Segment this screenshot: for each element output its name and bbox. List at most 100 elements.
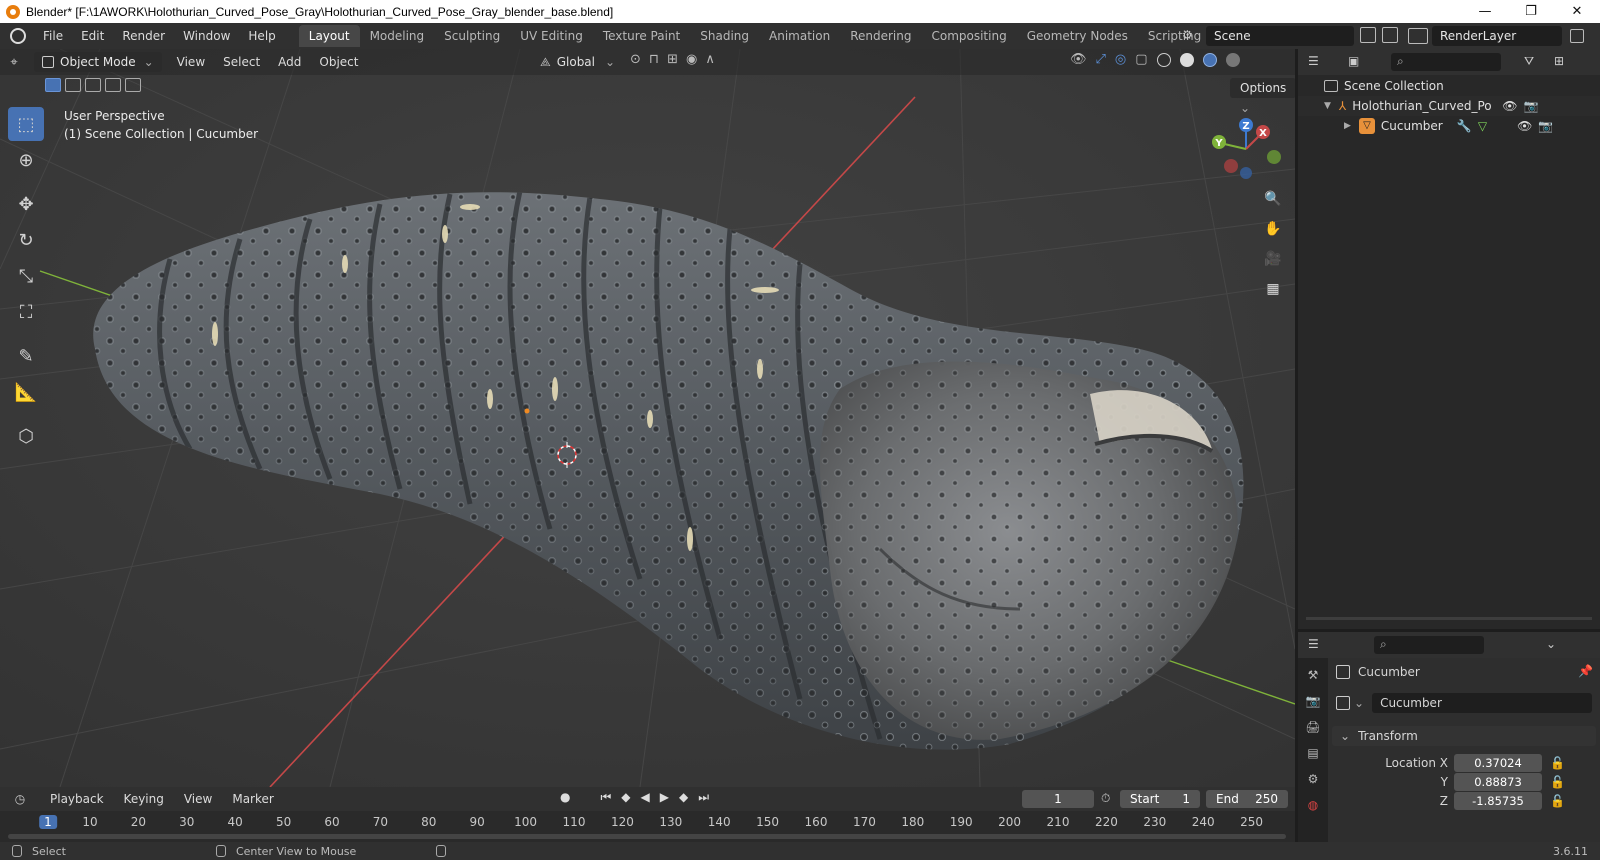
- cursor-tool-icon[interactable]: ⊕: [8, 143, 44, 177]
- lock-z-icon[interactable]: 🔓: [1550, 794, 1565, 808]
- prev-keyframe-icon[interactable]: ◆: [621, 790, 630, 805]
- world-tab-icon[interactable]: ◍: [1305, 798, 1321, 814]
- jump-start-icon[interactable]: ⏮: [600, 790, 611, 805]
- menu-edit[interactable]: Edit: [72, 23, 113, 49]
- chevron-down-icon[interactable]: ⌄: [1354, 696, 1364, 710]
- select-new-icon[interactable]: [45, 78, 61, 92]
- menu-add[interactable]: Add: [269, 55, 310, 69]
- pan-hand-icon[interactable]: ✋: [1260, 219, 1286, 239]
- tab-texture-paint[interactable]: Texture Paint: [593, 25, 690, 47]
- tab-modeling[interactable]: Modeling: [360, 25, 435, 47]
- outliner-row-cucumber[interactable]: ▶ ▽ Cucumber 🔧 ▽ 👁 📷: [1298, 116, 1600, 136]
- transform-panel-header[interactable]: ⌄ Transform: [1332, 726, 1596, 746]
- rendered-shading-icon[interactable]: [1225, 52, 1240, 67]
- maximize-button[interactable]: ❐: [1508, 0, 1554, 23]
- new-collection-icon[interactable]: ⊞: [1554, 54, 1564, 68]
- transform-tool-icon[interactable]: ⛶: [8, 295, 44, 329]
- lock-x-icon[interactable]: 🔓: [1550, 756, 1565, 770]
- scene-selector-icon[interactable]: ⚙: [1182, 28, 1202, 44]
- tab-shading[interactable]: Shading: [690, 25, 759, 47]
- jump-end-icon[interactable]: ⏭: [698, 790, 709, 805]
- properties-search-input[interactable]: ⌕: [1374, 636, 1484, 654]
- next-keyframe-icon[interactable]: ◆: [679, 790, 688, 805]
- location-y-field[interactable]: 0.88873: [1454, 773, 1542, 791]
- falloff-icon[interactable]: ∧: [705, 52, 715, 67]
- eye-icon[interactable]: 👁: [1517, 119, 1532, 133]
- select-invert-icon[interactable]: [105, 78, 121, 92]
- tool-tab-icon[interactable]: ⚒: [1305, 668, 1321, 684]
- new-scene-icon[interactable]: [1360, 27, 1376, 43]
- menu-keying[interactable]: Keying: [114, 792, 174, 806]
- xray-icon[interactable]: ▢: [1135, 52, 1147, 67]
- timeline-editor-icon[interactable]: ◷: [0, 792, 40, 806]
- annotate-tool-icon[interactable]: ✎: [8, 339, 44, 373]
- current-frame-field[interactable]: 1: [1022, 790, 1094, 808]
- tab-compositing[interactable]: Compositing: [921, 25, 1016, 47]
- gizmo-icon[interactable]: ⤢: [1096, 52, 1106, 67]
- select-extend-icon[interactable]: [65, 78, 81, 92]
- current-frame-marker[interactable]: 1: [39, 815, 57, 829]
- outliner-search-input[interactable]: ⌕: [1391, 53, 1501, 71]
- expand-arrow-icon[interactable]: ▼: [1324, 101, 1331, 111]
- camera-icon[interactable]: 📷: [1524, 99, 1539, 113]
- material-shading-icon[interactable]: [1202, 52, 1217, 67]
- view-layer-tab-icon[interactable]: ▤: [1305, 746, 1321, 762]
- menu-render[interactable]: Render: [113, 23, 174, 49]
- editor-type-icon[interactable]: ⌖: [0, 52, 28, 72]
- display-mode-icon[interactable]: ▣: [1348, 54, 1359, 68]
- tab-uv-editing[interactable]: UV Editing: [510, 25, 593, 47]
- snap-icon[interactable]: ⊓: [649, 52, 659, 67]
- scene-name-field[interactable]: Scene: [1206, 26, 1354, 46]
- output-tab-icon[interactable]: 🖨: [1305, 720, 1321, 736]
- object-data-icon[interactable]: [1336, 696, 1350, 710]
- scale-tool-icon[interactable]: ⤡: [8, 259, 44, 293]
- menu-view[interactable]: View: [168, 55, 214, 69]
- new-view-layer-icon[interactable]: [1570, 29, 1584, 43]
- zoom-icon[interactable]: 🔍: [1260, 189, 1286, 209]
- select-box-icon[interactable]: ⬚: [8, 107, 44, 141]
- play-icon[interactable]: ▶: [660, 790, 669, 805]
- minimize-button[interactable]: —: [1462, 0, 1508, 23]
- menu-select[interactable]: Select: [214, 55, 269, 69]
- overlays-icon[interactable]: ◎: [1115, 52, 1126, 67]
- properties-panel[interactable]: ☰ ⌕ ⌄ ⚒ 📷 🖨 ▤ ⚙ ◍ Cucumber 📌 ⌄ Cucumber …: [1298, 632, 1600, 842]
- tab-sculpting[interactable]: Sculpting: [434, 25, 510, 47]
- modifier-wrench-icon[interactable]: 🔧: [1457, 119, 1472, 133]
- delete-scene-icon[interactable]: [1382, 27, 1398, 43]
- solid-shading-icon[interactable]: [1179, 52, 1194, 67]
- location-z-field[interactable]: -1.85735: [1454, 792, 1542, 810]
- view-layer-field[interactable]: RenderLayer: [1432, 26, 1562, 46]
- collapse-arrow-icon[interactable]: ▶: [1344, 121, 1351, 131]
- 3d-viewport[interactable]: ⌖ Object Mode ⌄ View Select Add Object ⟁…: [0, 49, 1295, 787]
- render-tab-icon[interactable]: 📷: [1305, 694, 1321, 710]
- rotate-tool-icon[interactable]: ↻: [8, 223, 44, 257]
- outliner-row-scene-collection[interactable]: Scene Collection: [1298, 76, 1600, 96]
- mesh-data-icon[interactable]: ▽: [1478, 119, 1487, 133]
- outliner-panel[interactable]: ☰ ▣ ⌕ ⛛ ⊞ Scene Collection ▼ ⅄ Holothuri…: [1298, 49, 1600, 629]
- chevron-down-icon[interactable]: ⌄: [1546, 637, 1556, 651]
- menu-playback[interactable]: Playback: [40, 792, 114, 806]
- location-x-field[interactable]: 0.37024: [1454, 754, 1542, 772]
- mode-selector[interactable]: Object Mode ⌄: [34, 52, 162, 72]
- start-frame-field[interactable]: Start 1: [1120, 790, 1200, 808]
- menu-window[interactable]: Window: [174, 23, 239, 49]
- object-name-field[interactable]: Cucumber: [1372, 693, 1592, 713]
- close-button[interactable]: ✕: [1554, 0, 1600, 23]
- camera-view-icon[interactable]: 🎥: [1260, 249, 1286, 269]
- menu-file[interactable]: File: [34, 23, 72, 49]
- play-reverse-icon[interactable]: ◀: [641, 790, 650, 805]
- outliner-editor-icon[interactable]: ☰: [1308, 54, 1319, 68]
- tab-animation[interactable]: Animation: [759, 25, 840, 47]
- timeline-editor[interactable]: ◷ Playback Keying View Marker ● ⏮ ◆ ◀ ▶ …: [0, 787, 1295, 842]
- pin-icon[interactable]: 📌: [1578, 664, 1593, 678]
- outliner-row-holothurian[interactable]: ▼ ⅄ Holothurian_Curved_Pose_Gr 👁 📷: [1298, 96, 1600, 116]
- scene-tab-icon[interactable]: ⚙: [1305, 772, 1321, 788]
- tab-layout[interactable]: Layout: [298, 25, 360, 47]
- blender-menu-icon[interactable]: [10, 28, 26, 44]
- lock-y-icon[interactable]: 🔓: [1550, 775, 1565, 789]
- select-subtract-icon[interactable]: [85, 78, 101, 92]
- end-frame-field[interactable]: End 250: [1206, 790, 1288, 808]
- snap-target-icon[interactable]: ⊞: [667, 52, 678, 67]
- pivot-icon[interactable]: ⊙: [630, 52, 641, 67]
- visibility-icon[interactable]: 👁: [1070, 52, 1087, 67]
